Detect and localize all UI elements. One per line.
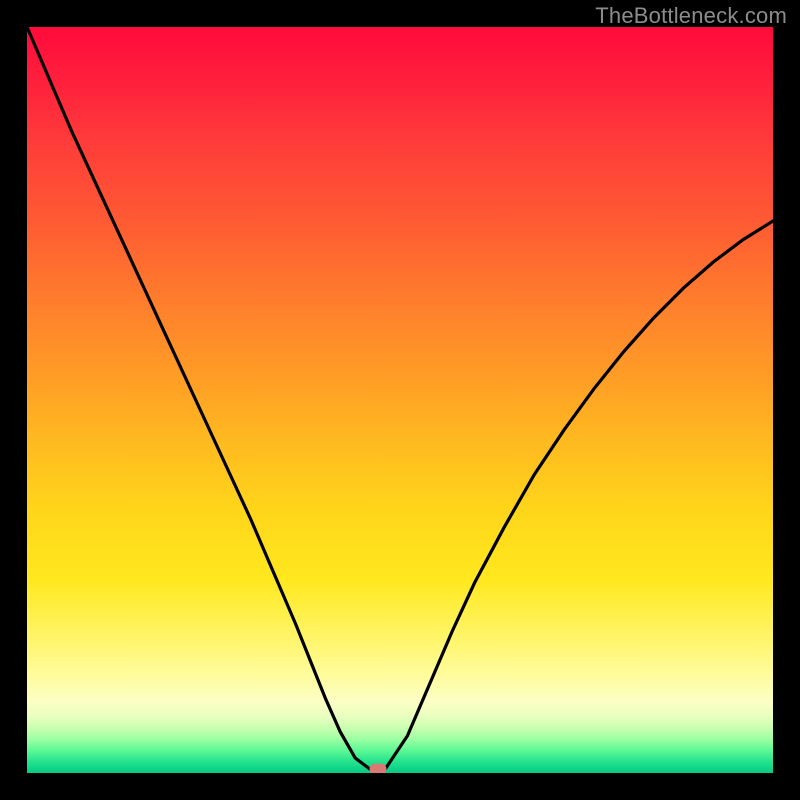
watermark-label: TheBottleneck.com bbox=[595, 3, 787, 29]
plot-area bbox=[27, 27, 773, 773]
optimum-marker bbox=[369, 764, 386, 773]
bottleneck-curve bbox=[27, 27, 773, 773]
chart-frame: TheBottleneck.com bbox=[0, 0, 800, 800]
curve-path bbox=[27, 27, 773, 769]
